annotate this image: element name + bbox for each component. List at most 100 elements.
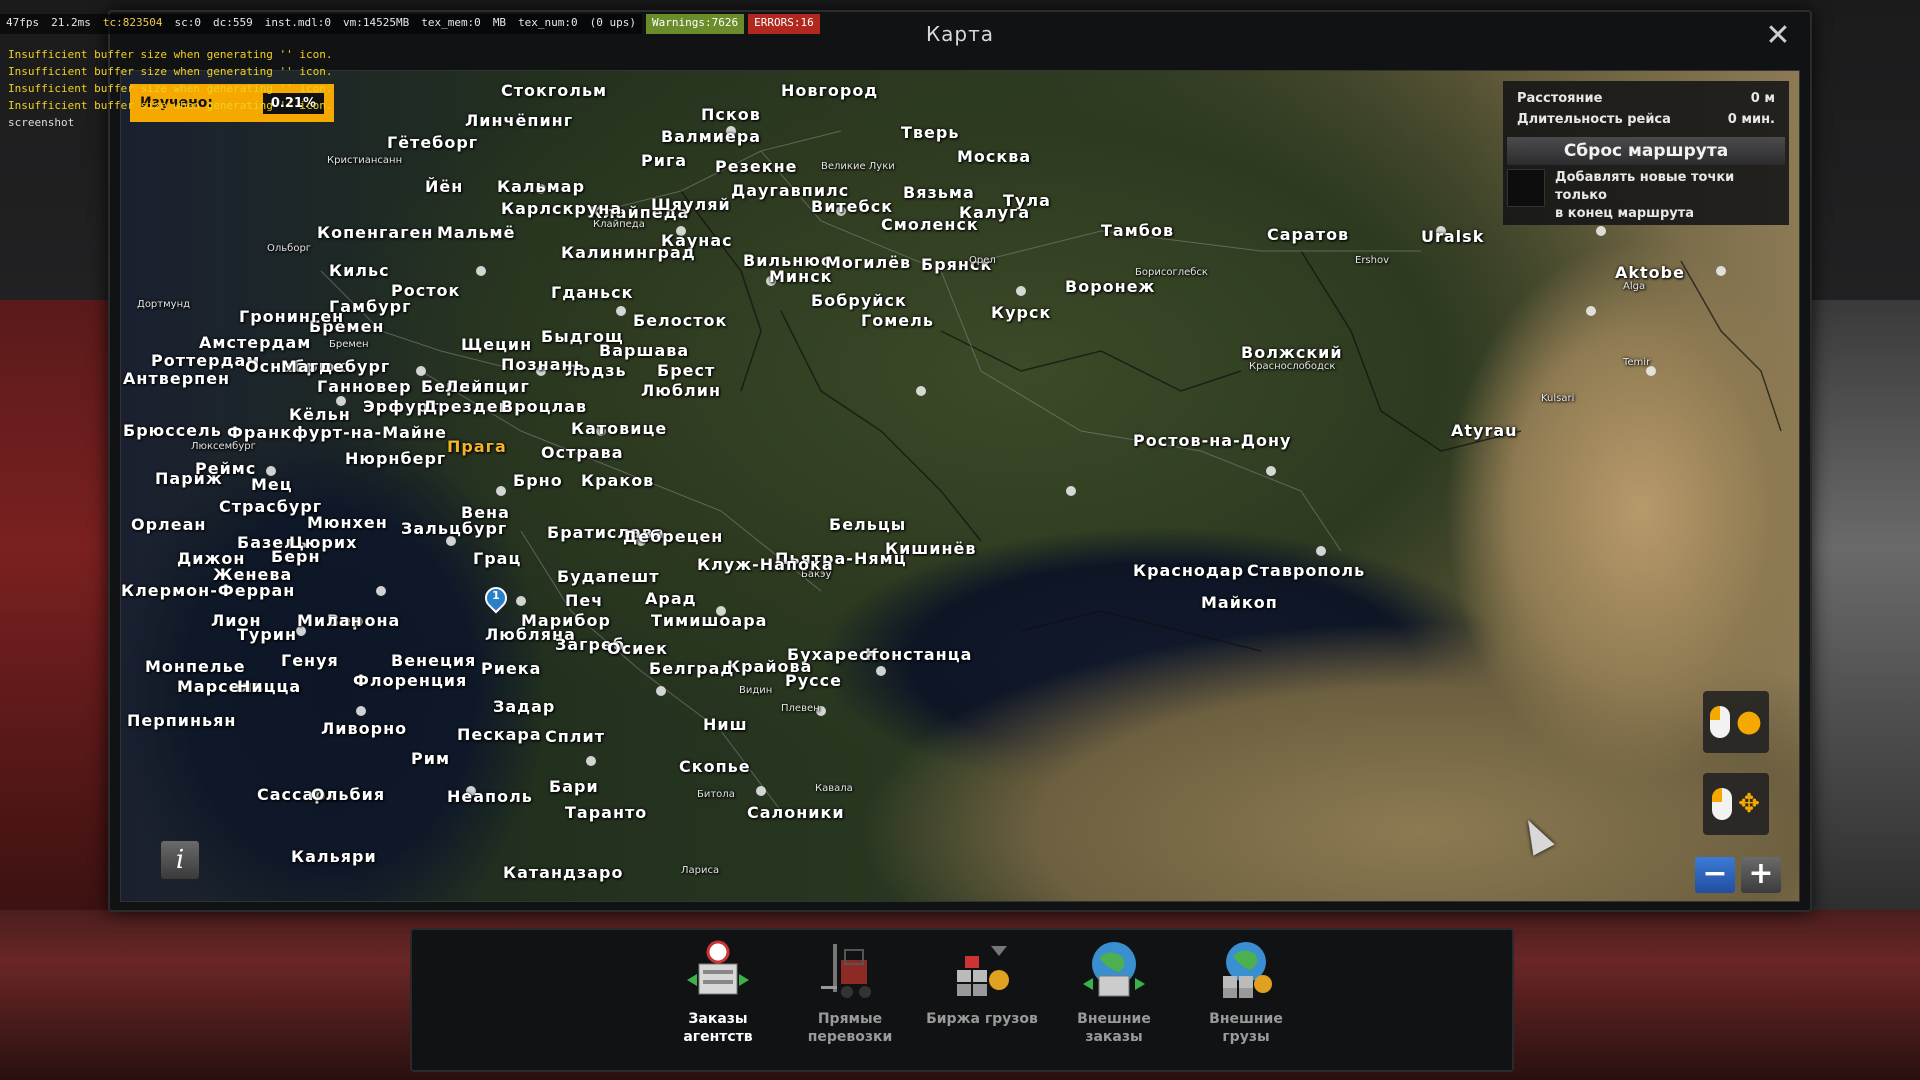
tab-direct-transport[interactable]: Прямые перевозки <box>784 940 916 1058</box>
map-city-label: Антверпен <box>123 369 231 388</box>
tab-label-line1: Заказы <box>688 1011 748 1027</box>
map-city-label: Йён <box>425 177 464 196</box>
map-city-label: Тимишоара <box>651 611 768 630</box>
map-city-label: Temir <box>1623 357 1651 368</box>
map-city-label: Плевен <box>781 703 820 714</box>
map-city-label: Дрезден <box>423 397 511 416</box>
map-city-label: Лион <box>211 611 262 630</box>
map-city-label: Осиек <box>607 639 669 658</box>
tab-external-cargo[interactable]: Внешние грузы <box>1180 940 1312 1058</box>
mouse-pan-control[interactable]: ✥ <box>1703 773 1769 835</box>
map-city-label: Ольборг <box>267 243 312 254</box>
map-city-label: Kulsari <box>1541 393 1575 404</box>
forklift-icon <box>815 940 885 1002</box>
map-city-label: Саратов <box>1267 225 1350 244</box>
map-city-label: Монпелье <box>145 657 246 676</box>
map-city-label: Гётеборг <box>387 133 479 152</box>
truck-side <box>1800 300 1920 920</box>
tab-freight-market-label: Биржа грузов <box>926 1010 1038 1028</box>
map-city-label: Вроцлав <box>501 397 588 416</box>
debug-log-screenshot: screenshot <box>8 116 75 129</box>
map-city-label: Atyrau <box>1451 421 1518 440</box>
debug-stats-bar: 47fps 21.2ms tc:823504 sc:0 dc:559 inst.… <box>0 14 820 34</box>
map-city-label: Берн <box>271 547 321 566</box>
tab-freight-market[interactable]: Биржа грузов <box>916 940 1048 1058</box>
world-map[interactable]: Стокгольм Новгород Псков Валмиера Тверь … <box>120 70 1800 902</box>
debug-warnings: Warnings:7626 <box>646 14 745 34</box>
map-window: Карта ✕ Стокгольм Новгород Псков Валмиер… <box>108 10 1812 912</box>
tab-agency-orders[interactable]: Заказы агентств <box>652 940 784 1058</box>
job-tab-bar: Заказы агентств Прямые перевозки Биржа г… <box>410 928 1514 1072</box>
map-city-label: Крайова <box>727 657 813 676</box>
map-city-label: Дебрецен <box>623 527 724 546</box>
map-city-label: Задар <box>493 697 556 716</box>
map-city-label: Щецин <box>461 335 533 354</box>
route-waypoint-number: 1 <box>492 589 500 602</box>
map-city-label: Таранто <box>565 803 648 822</box>
map-city-label: Роттердам <box>151 351 261 370</box>
external-orders-icon <box>1079 940 1149 1002</box>
mouse-icon <box>1712 788 1733 820</box>
map-city-label: Познань <box>501 355 585 374</box>
map-city-label: Москва <box>957 147 1032 166</box>
map-city-label: Бари <box>549 777 599 796</box>
info-button[interactable]: i <box>161 841 199 879</box>
distance-row: Расстояние 0 м <box>1503 91 1789 106</box>
map-city-label: Брюссель <box>123 421 222 440</box>
distance-label: Расстояние <box>1517 91 1603 106</box>
map-city-label: Видин <box>739 685 773 696</box>
tab-label-line2: грузы <box>1222 1029 1270 1045</box>
map-city-label: Нюрнберг <box>345 449 447 468</box>
map-city-label: Ганновер <box>317 377 412 396</box>
map-city-label: Зальцбург <box>401 519 508 538</box>
map-city-label: Рим <box>411 749 451 768</box>
map-city-label: Краснодар <box>1133 561 1245 580</box>
debug-log: Insufficient buffer size when generating… <box>8 46 333 131</box>
zoom-in-button[interactable]: + <box>1741 857 1781 893</box>
map-city-label: Великие Луки <box>821 161 895 172</box>
debug-tex-mem: tex_mem:0 <box>415 14 487 34</box>
map-city-label: Ольбия <box>311 785 386 804</box>
debug-vm: vm:14525MB <box>336 14 416 34</box>
map-city-label: Кальмар <box>497 177 586 196</box>
append-points-checkbox[interactable] <box>1507 169 1545 207</box>
map-city-label: Резекне <box>715 157 798 176</box>
append-points-option[interactable]: Добавлять новые точки только в конец мар… <box>1507 169 1785 223</box>
zoom-out-button[interactable]: − <box>1695 857 1735 893</box>
agency-orders-icon <box>683 940 753 1002</box>
map-city-label: Смоленск <box>881 215 979 234</box>
map-city-label: Псков <box>701 105 761 124</box>
map-city-label: Будапешт <box>557 567 660 586</box>
reset-route-button[interactable]: Сброс маршрута <box>1507 137 1785 165</box>
debug-log-line: Insufficient buffer size when generating… <box>8 48 333 61</box>
map-city-label: Краков <box>581 471 655 490</box>
map-city-label: Мец <box>251 475 293 494</box>
map-city-label: Франкфурт-на-Майне <box>227 423 448 442</box>
append-points-label-line2: в конец маршрута <box>1555 206 1695 221</box>
route-waypoint-marker[interactable]: 1 <box>480 582 512 617</box>
map-city-label: Неаполь <box>447 787 533 806</box>
map-city-label: Генуя <box>281 651 339 670</box>
map-city-label: Арад <box>645 589 697 608</box>
tab-external-cargo-label: Внешние грузы <box>1209 1010 1283 1046</box>
map-city-label: Могилёв <box>825 253 912 272</box>
mouse-waypoint-control[interactable]: ● <box>1703 691 1769 753</box>
tab-label-line2: заказы <box>1085 1029 1143 1045</box>
external-cargo-icon <box>1211 940 1281 1002</box>
map-city-label: Констанца <box>865 645 973 664</box>
map-city-label: Салоники <box>747 803 845 822</box>
tab-external-orders[interactable]: Внешние заказы <box>1048 940 1180 1058</box>
map-city-label: Дижон <box>177 549 246 568</box>
tab-label-line1: Биржа грузов <box>926 1011 1038 1027</box>
close-button[interactable]: ✕ <box>1762 20 1794 52</box>
map-city-label: Гданьск <box>551 283 634 302</box>
map-city-label: Стокгольм <box>501 81 608 100</box>
distance-value: 0 м <box>1750 91 1775 106</box>
map-city-label: Линчёпинг <box>465 111 574 130</box>
map-city-label: Быдгощ <box>541 327 624 346</box>
map-city-label: Кавала <box>815 783 853 794</box>
map-city-label: Alga <box>1623 281 1646 292</box>
map-city-label: Курск <box>991 303 1052 322</box>
map-city-label: Люблин <box>641 381 721 400</box>
map-city-label: Лариса <box>681 865 720 876</box>
